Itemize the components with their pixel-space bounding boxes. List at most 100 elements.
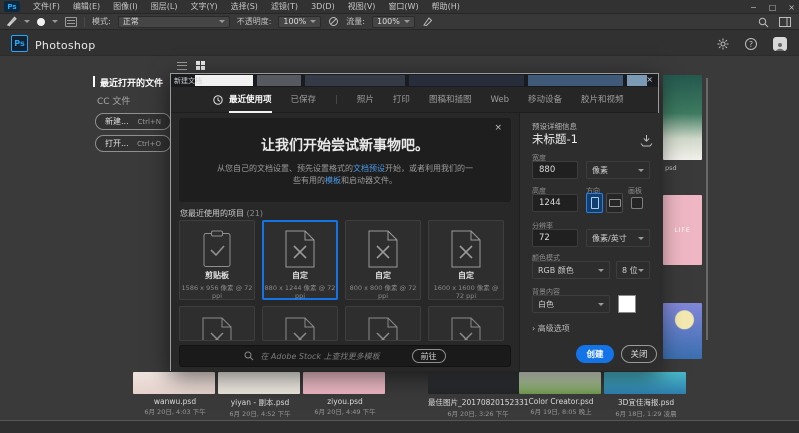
preset-tile-custom[interactable]: 自定 800 x 800 像素 @ 72 ppi xyxy=(345,220,421,300)
workspace-icon[interactable] xyxy=(779,17,791,27)
brush-preset-icon[interactable] xyxy=(37,18,45,26)
list-view-icon[interactable] xyxy=(177,62,187,70)
advanced-options-toggle[interactable]: › 高级选项 xyxy=(532,323,570,334)
blend-mode-select[interactable]: 正常 xyxy=(118,16,230,28)
file-entry[interactable]: Color Creator.psd 6月 19日, 8:05 晚上 xyxy=(519,372,603,416)
menu-3d[interactable]: 3D(D) xyxy=(311,2,335,11)
artboard-checkbox[interactable] xyxy=(631,197,643,209)
dialog-tabs: 最近使用项 已保存 | 照片 打印 图稿和插图 Web 移动设备 胶片和视频 xyxy=(171,87,658,113)
document-preset-link[interactable]: 文档预设 xyxy=(353,164,385,173)
tab-film-video[interactable]: 胶片和视频 xyxy=(581,87,624,113)
tab-web[interactable]: Web xyxy=(490,87,509,113)
width-input[interactable]: 880 xyxy=(532,161,578,179)
brush-tool-icon[interactable] xyxy=(6,16,17,27)
preset-tile-clipboard[interactable]: 剪贴板 1586 x 956 像素 @ 72 ppi xyxy=(179,220,255,300)
orientation-portrait-button[interactable] xyxy=(586,193,603,213)
file-thumbnail[interactable] xyxy=(218,372,300,394)
window-close-button[interactable]: × xyxy=(788,3,795,12)
file-thumbnail[interactable] xyxy=(519,372,601,394)
file-entry[interactable]: wanwu.psd 6月 20日, 4:03 下午 xyxy=(133,372,217,416)
window-maximize-button[interactable]: □ xyxy=(769,3,777,12)
tab-saved[interactable]: 已保存 xyxy=(291,87,317,113)
custom-document-icon xyxy=(368,230,398,268)
menu-filter[interactable]: 滤镜(T) xyxy=(271,1,298,12)
resolution-input[interactable]: 72 xyxy=(532,229,578,247)
document-name-field[interactable]: 未标题-1 xyxy=(532,131,578,147)
menu-help[interactable]: 帮助(H) xyxy=(432,1,460,12)
background-color-swatch[interactable] xyxy=(618,295,636,313)
file-entry[interactable]: yiyan - 副本.psd 6月 20日, 4:52 下午 xyxy=(218,372,302,418)
orientation-landscape-button[interactable] xyxy=(606,193,623,213)
dialog-titlebar[interactable]: 新建文档 × xyxy=(171,74,658,87)
menu-select[interactable]: 选择(S) xyxy=(231,1,258,12)
file-thumbnail[interactable] xyxy=(663,75,702,160)
preset-tile-custom[interactable]: 自定 1600 x 1600 像素 @ 72 ppi xyxy=(428,220,504,300)
background-select[interactable]: 白色 xyxy=(532,295,610,313)
window-minimize-button[interactable]: − xyxy=(750,3,757,12)
preset-tile-partial[interactable] xyxy=(262,306,338,341)
file-entry[interactable]: 最佳图片_20170820152331.p.. 6月 20日, 3:26 下午 xyxy=(428,372,528,418)
sidebar-item-cc-files[interactable]: CC 文件 xyxy=(97,94,130,107)
preset-tile-custom-selected[interactable]: 自定 880 x 1244 像素 @ 72 ppi xyxy=(262,220,338,300)
go-button[interactable]: 前往 xyxy=(412,349,446,363)
brush-panel-toggle-icon[interactable] xyxy=(65,17,77,27)
preset-tile-partial[interactable] xyxy=(345,306,421,341)
file-thumbnail[interactable] xyxy=(428,372,524,394)
opacity-select[interactable]: 100% xyxy=(278,16,321,28)
help-icon[interactable]: ? xyxy=(745,38,757,50)
tab-print[interactable]: 打印 xyxy=(393,87,410,113)
create-button[interactable]: 创建 xyxy=(576,345,614,363)
tab-photo[interactable]: 照片 xyxy=(357,87,374,113)
vertical-scrollbar[interactable] xyxy=(706,78,708,340)
unit-select[interactable]: 像素 xyxy=(586,161,650,179)
tab-mobile[interactable]: 移动设备 xyxy=(528,87,562,113)
pressure-opacity-icon[interactable] xyxy=(328,16,339,27)
menu-type[interactable]: 文字(Y) xyxy=(190,1,217,12)
templates-link[interactable]: 模板 xyxy=(325,176,341,185)
file-thumbnail[interactable] xyxy=(604,372,686,394)
height-input[interactable]: 1244 xyxy=(532,194,578,212)
airbrush-icon[interactable] xyxy=(422,16,433,27)
brush-preset-caret-icon[interactable] xyxy=(52,20,58,23)
grid-view-icon[interactable] xyxy=(196,61,205,70)
save-preset-icon[interactable] xyxy=(640,135,653,147)
preset-tile-partial[interactable] xyxy=(179,306,255,341)
preset-tile-partial[interactable] xyxy=(428,306,504,341)
file-thumbnail[interactable]: LIFE xyxy=(663,195,702,265)
tab-recent[interactable]: 最近使用项 xyxy=(229,87,272,113)
flow-value: 100% xyxy=(377,17,400,26)
file-thumbnail[interactable] xyxy=(133,372,215,394)
menu-edit[interactable]: 编辑(E) xyxy=(73,1,100,12)
dialog-close-icon[interactable]: × xyxy=(646,75,653,84)
menu-layer[interactable]: 图层(L) xyxy=(151,1,178,12)
menu-image[interactable]: 图像(I) xyxy=(113,1,138,12)
caret-down-icon xyxy=(638,169,644,172)
new-button[interactable]: 新建... Ctrl+N xyxy=(95,113,171,130)
close-button[interactable]: 关闭 xyxy=(621,345,657,363)
tab-art-illustration[interactable]: 图稿和插图 xyxy=(429,87,472,113)
menu-file[interactable]: 文件(F) xyxy=(33,1,60,12)
banner-close-icon[interactable]: × xyxy=(494,123,502,133)
menu-view[interactable]: 视图(V) xyxy=(348,1,376,12)
file-thumbnail[interactable] xyxy=(303,372,385,394)
brush-tool-caret-icon[interactable] xyxy=(24,20,30,23)
ps-logo-icon: Ps xyxy=(4,1,20,12)
stock-search-bar[interactable]: 在 Adobe Stock 上查找更多模板 前往 xyxy=(179,345,511,367)
file-name: wanwu.psd xyxy=(133,397,217,406)
tile-name: 自定 xyxy=(429,270,503,281)
search-icon[interactable] xyxy=(758,17,769,28)
avatar[interactable] xyxy=(773,37,787,51)
bit-depth-select[interactable]: 8 位 xyxy=(616,261,650,279)
file-date: 6月 20日, 4:03 下午 xyxy=(133,406,217,416)
sidebar-item-recent-files[interactable]: 最近打开的文件 xyxy=(100,76,163,89)
flow-select[interactable]: 100% xyxy=(372,16,415,28)
file-thumbnail[interactable] xyxy=(663,303,702,359)
file-entry[interactable]: ziyou.psd 6月 20日, 4:49 下午 xyxy=(303,372,387,416)
color-mode-select[interactable]: RGB 颜色 xyxy=(532,261,610,279)
file-entry[interactable]: 3D宜佳海报.psd 6月 18日, 1:29 凌晨 xyxy=(604,372,688,418)
open-button[interactable]: 打开... Ctrl+O xyxy=(95,135,171,152)
gear-icon[interactable] xyxy=(717,38,729,50)
advanced-options-label: 高级选项 xyxy=(538,324,570,333)
resolution-unit-select[interactable]: 像素/英寸 xyxy=(586,229,650,247)
menu-window[interactable]: 窗口(W) xyxy=(388,1,418,12)
